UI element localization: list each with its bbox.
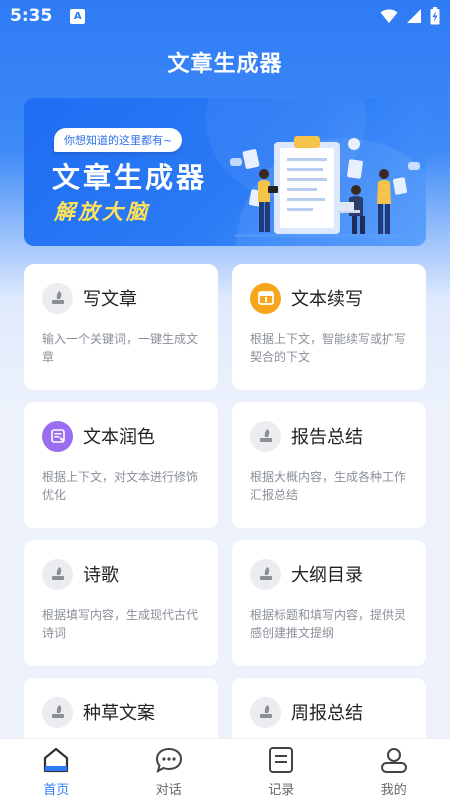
card-description: 根据上下文，对文本进行修饰优化 — [42, 470, 199, 502]
nav-item-records[interactable]: 记录 — [225, 739, 338, 800]
banner[interactable]: 你想知道的这里都有~ 文章生成器 解放大脑 — [24, 98, 426, 246]
cellular-signal-icon — [407, 9, 421, 23]
quill-icon — [42, 696, 73, 728]
nav-label: 首页 — [43, 783, 70, 798]
nav-label: 我的 — [380, 783, 407, 798]
card-description: 根据上下文，智能续写或扩写契合的下文 — [250, 332, 407, 364]
card-description: 根据大概内容，生成各种工作汇报总结 — [250, 470, 407, 502]
nav-item-mine[interactable]: 我的 — [338, 739, 450, 800]
bottom-nav: 首页 对话 记录 我的 — [0, 738, 450, 800]
card-title: 文本续写 — [291, 289, 363, 310]
user-profile-icon — [378, 745, 410, 775]
card-text-polish[interactable]: 文本润色 根据上下文，对文本进行修饰优化 — [24, 402, 218, 528]
card-title: 种草文案 — [83, 703, 155, 724]
card-text-continue[interactable]: 文本续写 根据上下文，智能续写或扩写契合的下文 — [232, 264, 426, 390]
banner-bubble: 你想知道的这里都有~ — [54, 128, 183, 152]
card-title: 大纲目录 — [291, 565, 363, 586]
card-write-article[interactable]: 写文章 输入一个关键词，一键生成文章 — [24, 264, 218, 390]
notification-app-icon: A — [70, 8, 86, 24]
nav-item-home[interactable]: 首页 — [0, 739, 113, 800]
card-outline[interactable]: 大纲目录 根据标题和填写内容，提供灵感创建推文提纲 — [232, 540, 426, 666]
card-description: 根据填写内容，生成现代古代诗词 — [42, 608, 199, 640]
quill-icon — [250, 696, 281, 728]
nav-item-chat[interactable]: 对话 — [113, 739, 226, 800]
card-title: 写文章 — [83, 289, 137, 310]
status-indicators — [380, 7, 440, 25]
quill-icon — [42, 282, 73, 314]
wifi-icon — [380, 9, 398, 23]
card-poetry[interactable]: 诗歌 根据填写内容，生成现代古代诗词 — [24, 540, 218, 666]
card-description: 输入一个关键词，一键生成文章 — [42, 332, 199, 364]
card-title: 文本润色 — [83, 427, 155, 448]
app-title: 文章生成器 — [167, 52, 283, 77]
card-title: 诗歌 — [83, 565, 119, 586]
card-title: 报告总结 — [291, 427, 363, 448]
status-bar: 5:35 A — [0, 0, 450, 32]
nav-label: 对话 — [155, 783, 182, 798]
quill-icon — [250, 420, 281, 452]
card-report-summary[interactable]: 报告总结 根据大概内容，生成各种工作汇报总结 — [232, 402, 426, 528]
nav-label: 记录 — [268, 783, 295, 798]
polish-icon — [42, 420, 73, 452]
battery-charging-icon — [430, 7, 440, 25]
banner-illustration — [230, 136, 420, 237]
quill-icon — [250, 558, 281, 590]
document-list-icon — [265, 745, 297, 775]
card-description: 根据标题和填写内容，提供灵感创建推文提纲 — [250, 608, 407, 640]
feature-grid: 写文章 输入一个关键词，一键生成文章 文本续写 根据上下文，智能续写或扩写契合的… — [24, 264, 426, 800]
chat-bubble-icon — [153, 745, 185, 775]
continue-icon — [250, 282, 281, 314]
banner-title: 文章生成器 — [52, 161, 208, 194]
banner-subtitle: 解放大脑 — [54, 200, 150, 224]
home-icon — [40, 745, 72, 775]
status-time: 5:35 — [10, 6, 53, 26]
quill-icon — [42, 558, 73, 590]
card-title: 周报总结 — [291, 703, 363, 724]
